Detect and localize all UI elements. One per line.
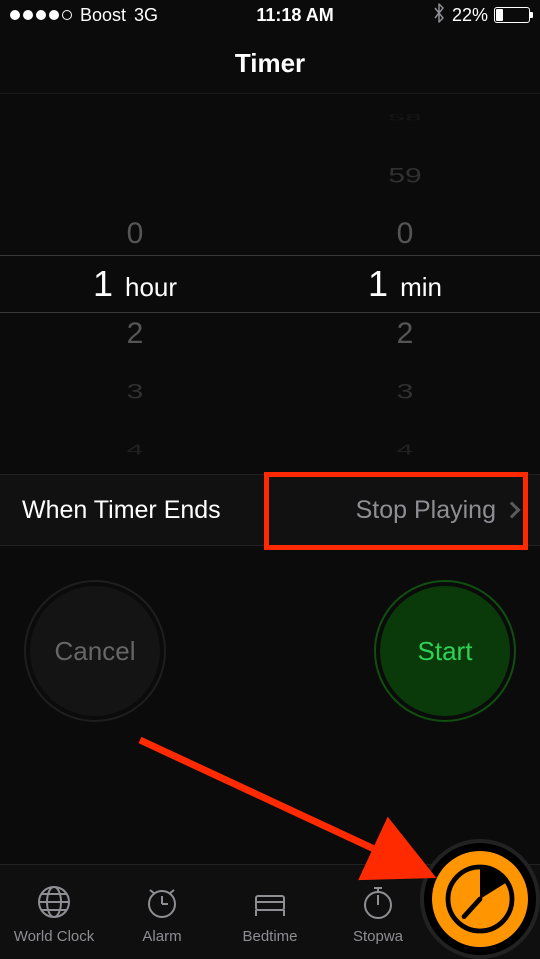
network-label: 3G (134, 5, 158, 26)
picker-hour-above: 0 (105, 205, 165, 263)
duration-picker[interactable]: 0 1 hour 2 3 4 58 59 0 1 min 2 3 4 (0, 104, 540, 464)
page-title: Timer (0, 30, 540, 94)
picker-min-above3: 58 (375, 109, 435, 126)
timer-icon (432, 851, 528, 947)
tab-label: Stopwa (353, 928, 403, 945)
tab-label: Bedtime (242, 928, 297, 945)
timer-tab-highlight[interactable] (420, 839, 540, 959)
battery-icon (494, 7, 530, 23)
picker-min-unit: min (400, 272, 442, 303)
when-ends-value: Stop Playing (356, 496, 496, 525)
bed-icon (248, 880, 292, 924)
tab-bedtime[interactable]: Bedtime (216, 865, 324, 959)
picker-min-below2: 3 (375, 372, 435, 413)
when-timer-ends-row[interactable]: When Timer Ends Stop Playing (0, 474, 540, 546)
when-ends-label: When Timer Ends (22, 496, 221, 525)
tab-alarm[interactable]: Alarm (108, 865, 216, 959)
carrier-label: Boost (80, 5, 126, 26)
status-time: 11:18 AM (256, 5, 333, 26)
picker-min-above1: 0 (375, 205, 435, 263)
start-button-label: Start (418, 636, 473, 667)
stopwatch-icon (356, 880, 400, 924)
picker-min-above2: 59 (375, 156, 435, 197)
tab-label: Alarm (142, 928, 181, 945)
chevron-right-icon (504, 502, 521, 519)
signal-strength-icon (10, 10, 72, 20)
picker-min-below3: 4 (375, 436, 435, 465)
battery-pct: 22% (452, 5, 488, 26)
picker-hour-selected: 1 (93, 263, 113, 305)
cancel-button-label: Cancel (55, 636, 136, 667)
picker-hour-unit: hour (125, 272, 177, 303)
tab-label: World Clock (14, 928, 95, 945)
status-bar: Boost 3G 11:18 AM 22% (0, 0, 540, 30)
globe-icon (32, 880, 76, 924)
picker-hour-below2: 3 (105, 372, 165, 413)
tab-stopwatch[interactable]: Stopwa (324, 865, 432, 959)
minutes-wheel[interactable]: 58 59 0 1 min 2 3 4 (270, 104, 540, 464)
cancel-button[interactable]: Cancel (30, 586, 160, 716)
alarm-clock-icon (140, 880, 184, 924)
bluetooth-icon (432, 3, 446, 28)
picker-min-selected: 1 (368, 263, 388, 305)
tab-world-clock[interactable]: World Clock (0, 865, 108, 959)
hours-wheel[interactable]: 0 1 hour 2 3 4 (0, 104, 270, 464)
picker-hour-below1: 2 (105, 305, 165, 363)
picker-min-below1: 2 (375, 305, 435, 363)
picker-hour-below3: 4 (105, 436, 165, 465)
start-button[interactable]: Start (380, 586, 510, 716)
